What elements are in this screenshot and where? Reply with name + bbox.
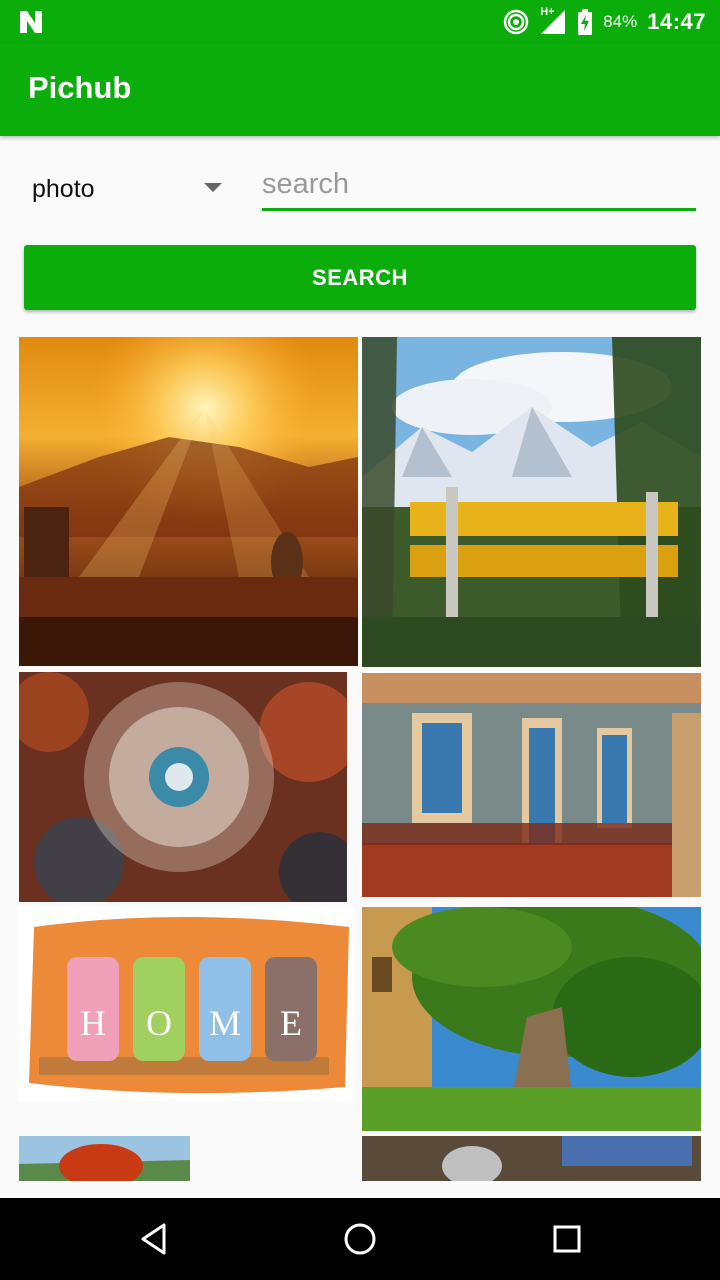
- n-logo-icon: [20, 11, 42, 33]
- cafe-image: [362, 673, 701, 897]
- back-icon[interactable]: [132, 1216, 178, 1262]
- search-button[interactable]: SEARCH: [24, 245, 696, 310]
- recents-icon[interactable]: [544, 1216, 590, 1262]
- clock: 14:47: [647, 9, 706, 34]
- results-grid[interactable]: H O M E: [0, 336, 720, 1181]
- dandelion-image: [19, 672, 347, 902]
- battery-charging-icon: [578, 9, 593, 35]
- home-letter-m: M: [209, 1003, 241, 1043]
- red-tree-image: [19, 1136, 190, 1181]
- status-bar: H+ 84% 14:47: [0, 0, 720, 44]
- home-icon[interactable]: [337, 1216, 383, 1262]
- result-image-tree[interactable]: [362, 907, 701, 1131]
- result-image-fence[interactable]: [362, 1136, 701, 1181]
- tree-image: [362, 907, 701, 1131]
- search-input[interactable]: [262, 160, 696, 211]
- home-vases-image: H O M E: [19, 907, 355, 1101]
- result-image-bench[interactable]: [362, 337, 701, 667]
- result-image-home[interactable]: H O M E: [19, 907, 355, 1101]
- type-dropdown[interactable]: photo: [24, 160, 238, 216]
- battery-percent: 84%: [603, 12, 638, 31]
- result-image-cafe[interactable]: [362, 673, 701, 897]
- sunset-image: [19, 337, 358, 666]
- dropdown-arrow-icon: [204, 183, 222, 192]
- home-letter-h: H: [80, 1003, 106, 1043]
- bench-image: [362, 337, 701, 667]
- result-image-dandelion[interactable]: [19, 672, 347, 902]
- result-image-sunset[interactable]: [19, 337, 358, 666]
- result-image-red-tree[interactable]: [19, 1136, 190, 1181]
- home-letter-o: O: [146, 1003, 172, 1043]
- app-bar: Pichub: [0, 44, 720, 136]
- fence-image: [362, 1136, 701, 1181]
- app-title: Pichub: [28, 70, 132, 105]
- type-dropdown-value: photo: [32, 175, 95, 203]
- home-letter-e: E: [280, 1003, 302, 1043]
- signal-icon: [541, 10, 566, 34]
- navigation-bar: [0, 1198, 720, 1280]
- hotspot-icon: [503, 9, 529, 35]
